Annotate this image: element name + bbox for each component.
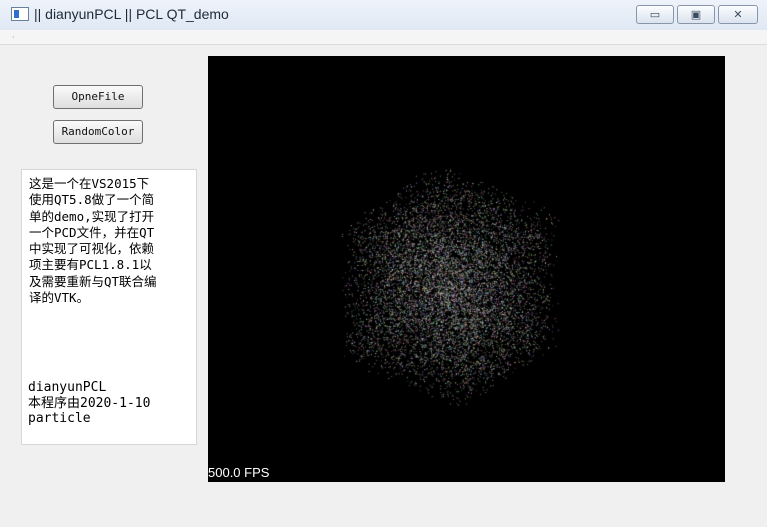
minimize-button[interactable]: ▭ xyxy=(636,5,674,24)
fps-counter: 500.0 FPS xyxy=(208,465,270,480)
app-icon[interactable] xyxy=(11,7,29,21)
point-cloud-viewer[interactable]: 500.0 FPS xyxy=(208,56,725,482)
info-textbox[interactable]: 这是一个在VS2015下 使用QT5.8做了一个简 单的demo,实现了打开 一… xyxy=(21,169,197,445)
author-line: dianyunPCL xyxy=(28,380,107,395)
author-line: particle xyxy=(28,411,91,426)
title-bar[interactable]: || dianyunPCL || PCL QT_demo ▭ ▣ ✕ xyxy=(0,0,767,31)
description-line: 单的demo,实现了打开 xyxy=(29,208,155,224)
author-text: dianyunPCL 本程序由2020-1-10 particle xyxy=(28,380,194,427)
app-window: || dianyunPCL || PCL QT_demo ▭ ▣ ✕ · Opn… xyxy=(0,0,767,527)
description-line: 这是一个在VS2015下 xyxy=(29,176,150,191)
description-line: 一个PCD文件，并在QT xyxy=(29,224,155,240)
description-text: 这是一个在VS2015下 使用QT5.8做了一个简 单的demo,实现了打开 一… xyxy=(29,176,195,306)
author-line: 本程序由2020-1-10 xyxy=(28,395,151,411)
description-line: 使用QT5.8做了一个简 xyxy=(29,192,155,208)
description-line: 项主要有PCL1.8.1以 xyxy=(29,257,152,273)
description-line: 译的VTK。 xyxy=(29,290,90,306)
window-title: || dianyunPCL || PCL QT_demo xyxy=(34,6,229,22)
description-line: 中实现了可视化，依赖 xyxy=(29,241,155,257)
close-button[interactable]: ✕ xyxy=(718,5,758,24)
menu-grip-icon: · xyxy=(12,33,15,42)
open-file-button[interactable]: OpneFile xyxy=(53,85,143,109)
random-color-button[interactable]: RandomColor xyxy=(53,120,143,144)
maximize-button[interactable]: ▣ xyxy=(677,5,715,24)
point-cloud-canvas[interactable] xyxy=(208,56,725,482)
menu-bar: · xyxy=(0,30,767,45)
description-line: 及需要重新与QT联合编 xyxy=(29,273,157,289)
